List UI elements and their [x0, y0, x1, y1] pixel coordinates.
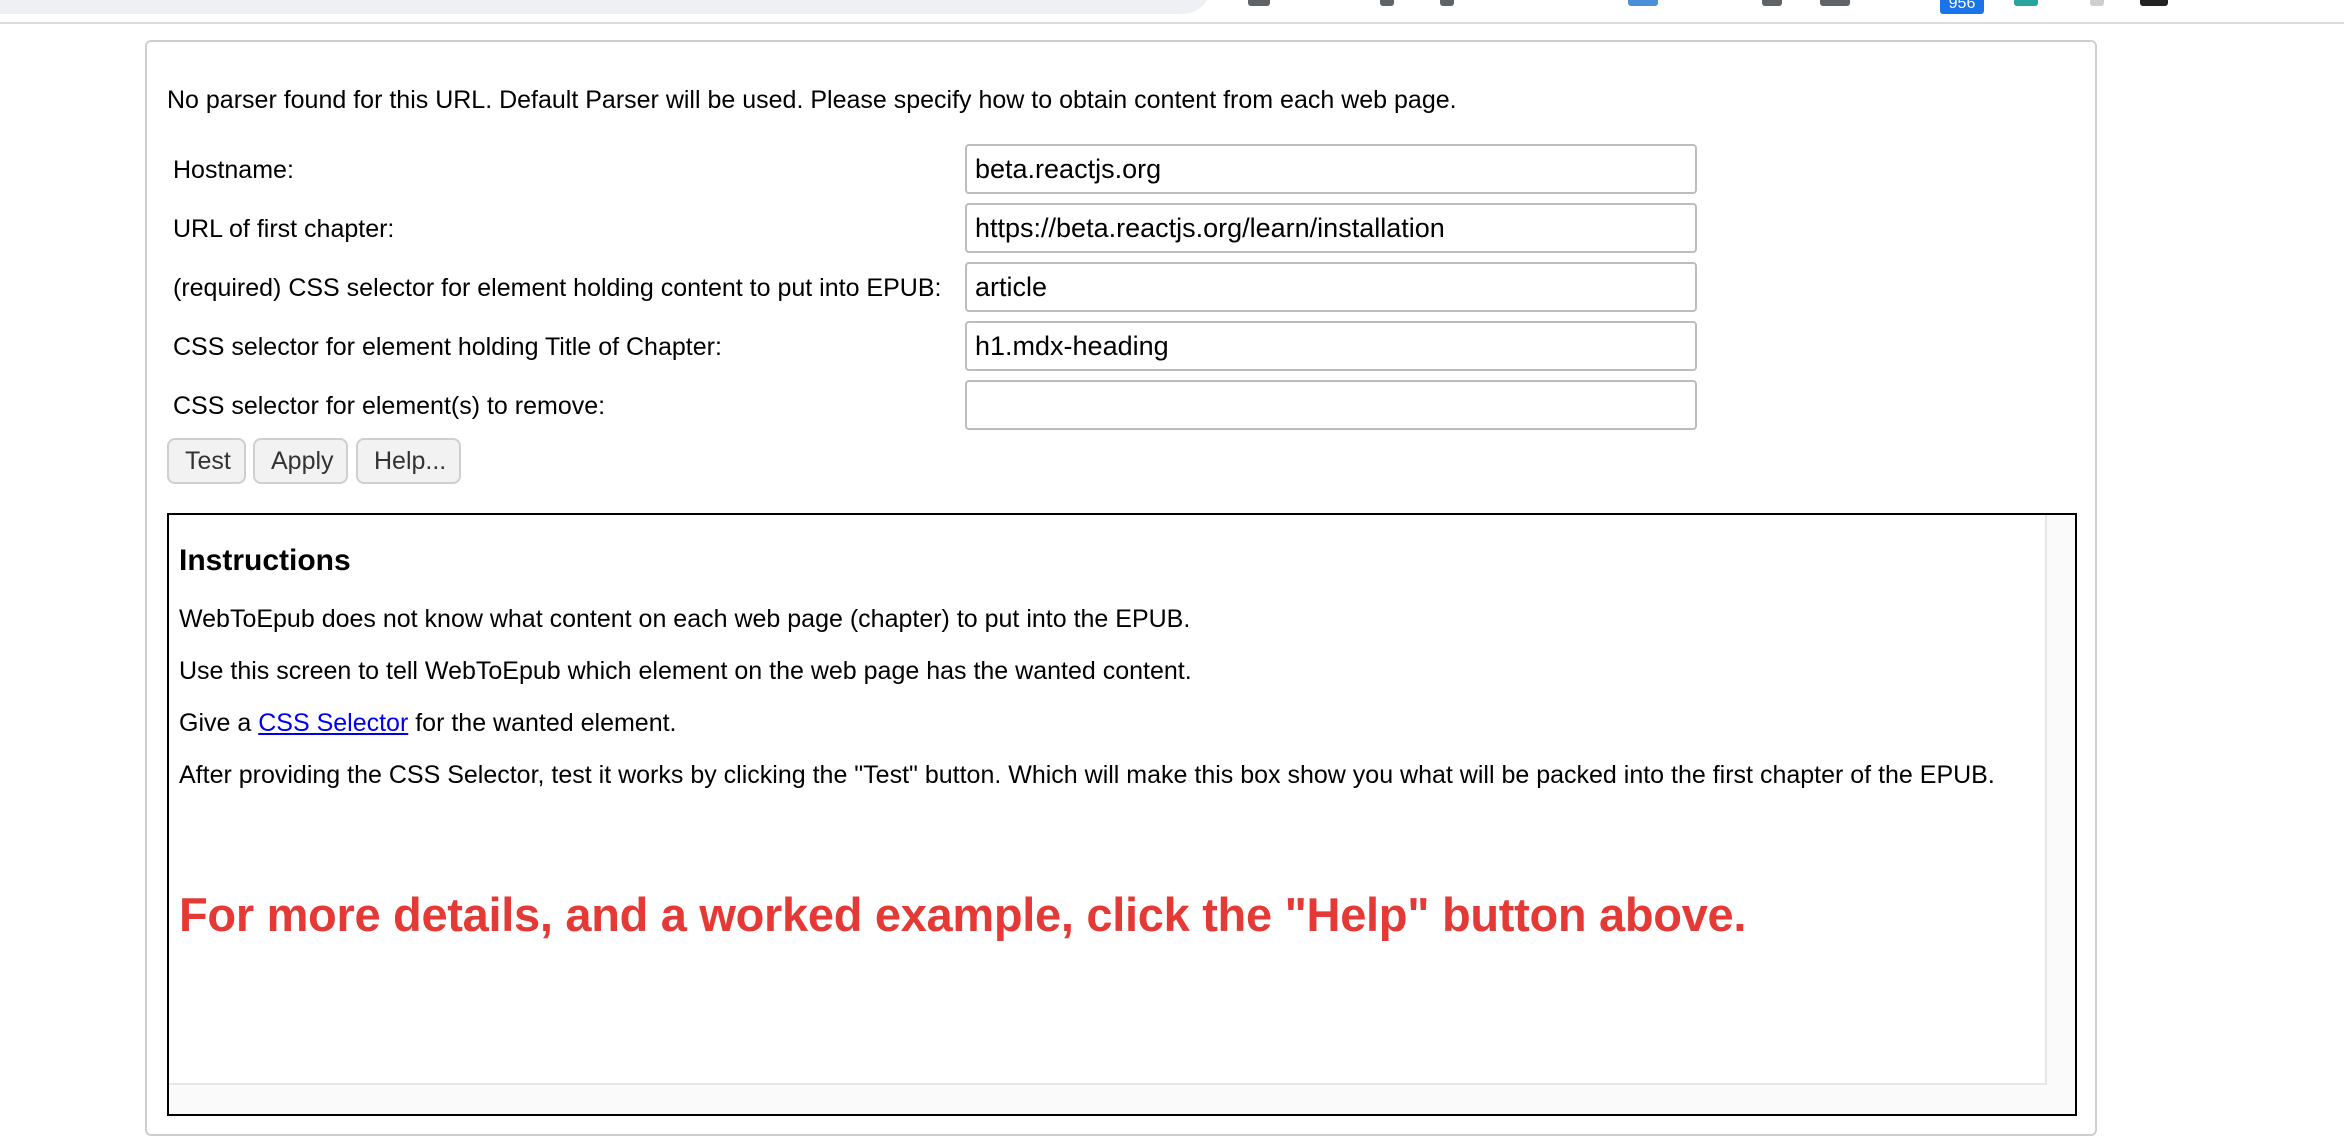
hostname-label: Hostname: [173, 156, 294, 184]
instructions-text: for the wanted element. [415, 709, 677, 737]
title-selector-input[interactable] [965, 321, 1697, 371]
first-chapter-url-input[interactable] [965, 203, 1697, 253]
extension-icon[interactable] [1762, 0, 1782, 6]
vertical-scrollbar[interactable] [2047, 515, 2075, 1114]
extension-icon[interactable] [2090, 0, 2104, 6]
extension-badge[interactable]: 956 [1940, 0, 1984, 14]
test-button[interactable]: Test [167, 438, 246, 484]
help-button[interactable]: Help... [356, 438, 461, 484]
instructions-paragraph: After providing the CSS Selector, test i… [179, 761, 1995, 789]
instructions-paragraph: WebToEpub does not know what content on … [179, 605, 1191, 633]
extension-icon[interactable] [1820, 0, 1850, 6]
instructions-box[interactable]: Instructions WebToEpub does not know wha… [167, 513, 2077, 1116]
instructions-text: Give a [179, 709, 252, 737]
address-bar[interactable] [0, 0, 1212, 14]
extension-icon[interactable] [2140, 0, 2168, 6]
extension-icon[interactable] [1628, 0, 1658, 6]
instructions-title: Instructions [179, 544, 351, 577]
content-selector-label: (required) CSS selector for element hold… [173, 274, 942, 302]
extension-icon[interactable] [1380, 0, 1394, 6]
instructions-content: Instructions WebToEpub does not know wha… [169, 515, 2047, 1085]
remove-selector-label: CSS selector for element(s) to remove: [173, 392, 606, 420]
first-chapter-url-label: URL of first chapter: [173, 215, 395, 243]
extension-icon[interactable] [1440, 0, 1454, 6]
extension-icon[interactable] [2014, 0, 2038, 6]
no-parser-notice: No parser found for this URL. Default Pa… [167, 86, 1457, 114]
instructions-paragraph: Give a CSS Selector for the wanted eleme… [179, 707, 677, 739]
apply-button[interactable]: Apply [253, 438, 348, 484]
remove-selector-input[interactable] [965, 380, 1697, 430]
css-selector-link[interactable]: CSS Selector [258, 709, 408, 737]
content-selector-input[interactable] [965, 262, 1697, 312]
title-selector-label: CSS selector for element holding Title o… [173, 333, 722, 361]
browser-toolbar: 956 [0, 0, 2344, 24]
horizontal-scrollbar[interactable] [169, 1085, 2047, 1114]
profile-icon[interactable] [1248, 0, 1270, 6]
instructions-paragraph: Use this screen to tell WebToEpub which … [179, 657, 1192, 685]
hostname-input[interactable] [965, 144, 1697, 194]
help-callout: For more details, and a worked example, … [179, 888, 1747, 941]
